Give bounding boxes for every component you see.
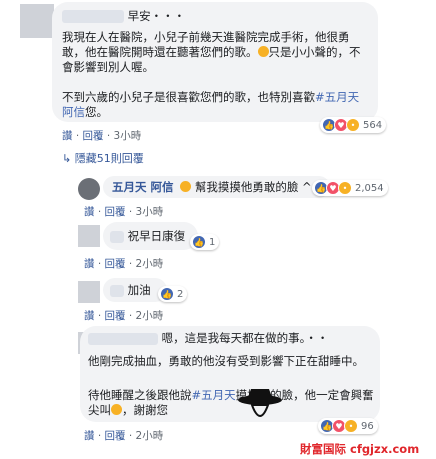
avatar[interactable]	[78, 281, 100, 303]
reaction-summary[interactable]: 👍 2	[158, 286, 188, 302]
hidden-replies-link[interactable]: ↳ 隱藏51則回覆	[62, 150, 144, 166]
reply-text-row: 祝早日康復	[110, 229, 185, 244]
watermark-text: 財富国际 cfgjzx.com	[300, 442, 420, 456]
author-name-redacted[interactable]	[88, 332, 158, 345]
like-link[interactable]: 讚	[84, 206, 95, 218]
reply-arrow-icon: ↳	[62, 152, 72, 165]
like-link[interactable]: 讚	[62, 130, 73, 142]
comment-meta: 讚 · 回覆 · 3小時	[62, 130, 142, 142]
author-name-redacted[interactable]	[110, 230, 124, 243]
reply-link[interactable]: 回覆	[105, 430, 126, 442]
reply-paragraph-1: 嗯，這是我每天都在做的事。・・	[88, 331, 378, 346]
reply-text: 幫我摸摸他勇敢的臉 ^ ^	[194, 180, 325, 194]
timestamp[interactable]: 2小時	[136, 430, 164, 442]
comment-greeting: 早安・・・	[127, 9, 186, 23]
laughing-emoji-icon	[180, 181, 192, 192]
like-link[interactable]: 讚	[84, 310, 95, 322]
timestamp[interactable]: 3小時	[114, 130, 142, 142]
timestamp[interactable]: 2小時	[136, 310, 164, 322]
reply-author[interactable]: 五月天 阿信	[112, 180, 174, 194]
reaction-summary[interactable]: 👍 ♥ • 96	[318, 418, 378, 434]
reply-meta: 讚 · 回覆 · 3小時	[84, 206, 164, 218]
hashtag-link[interactable]: #五月天	[192, 388, 236, 402]
timestamp[interactable]: 3小時	[136, 206, 164, 218]
laughing-emoji-icon	[111, 404, 122, 415]
author-name-redacted[interactable]	[110, 284, 124, 297]
reaction-summary[interactable]: 👍 ♥ • 2,054	[312, 180, 388, 196]
comment-author-and-greeting: 早安・・・	[62, 9, 368, 24]
timestamp[interactable]: 2小時	[136, 258, 164, 270]
author-name-redacted[interactable]	[62, 10, 124, 23]
reply-link[interactable]: 回覆	[105, 258, 126, 270]
reply-meta: 讚 · 回覆 · 2小時	[84, 310, 164, 322]
reaction-summary[interactable]: 👍 ♥ • 564	[320, 117, 387, 133]
reaction-count: 1	[209, 236, 216, 248]
reply-link[interactable]: 回覆	[105, 206, 126, 218]
wow-reaction-icon: •	[338, 181, 352, 195]
reply-link[interactable]: 回覆	[83, 130, 104, 142]
like-reaction-icon: 👍	[192, 235, 206, 249]
watermark-logo-icon	[238, 389, 282, 417]
reply-paragraph-2: 他剛完成抽血，勇敢的他沒有受到影響下正在甜睡中。	[88, 354, 364, 368]
like-link[interactable]: 讚	[84, 430, 95, 442]
like-reaction-icon: 👍	[160, 287, 174, 301]
reply-text: 加油	[127, 283, 151, 297]
reply-meta: 讚 · 回覆 · 2小時	[84, 258, 164, 270]
reply-link[interactable]: 回覆	[105, 310, 126, 322]
reply-text-row: 五月天 阿信 幫我摸摸他勇敢的臉 ^ ^	[112, 180, 325, 195]
avatar[interactable]	[20, 4, 54, 38]
comment-paragraph-2: 不到六歲的小兒子是很喜歡您們的歌，也特別喜歡#五月天阿信您。	[62, 90, 360, 119]
wow-reaction-icon: •	[344, 419, 358, 433]
reaction-summary[interactable]: 👍 1	[190, 234, 220, 250]
reply-paragraph-3: 待他睡醒之後跟他說#五月天摸摸他的臉，他一定會興奮尖叫 ，謝謝您	[88, 388, 374, 417]
avatar[interactable]	[78, 225, 100, 247]
laughing-emoji-icon	[257, 46, 269, 57]
avatar[interactable]	[78, 178, 100, 200]
reply-meta: 讚 · 回覆 · 2小時	[84, 430, 164, 442]
wow-reaction-icon: •	[346, 118, 360, 132]
reaction-count: 2	[177, 288, 184, 300]
reply-text: 祝早日康復	[127, 229, 186, 243]
reaction-count: 564	[363, 119, 383, 131]
reply-text-row: 加油	[110, 283, 151, 298]
like-link[interactable]: 讚	[84, 258, 95, 270]
comment-paragraph-1: 我現在人在醫院，小兒子前幾天進醫院完成手術，他很勇敢，他在醫院開時還在聽著您們的…	[62, 30, 361, 74]
reaction-count: 2,054	[355, 182, 384, 194]
reaction-count: 96	[361, 420, 374, 432]
